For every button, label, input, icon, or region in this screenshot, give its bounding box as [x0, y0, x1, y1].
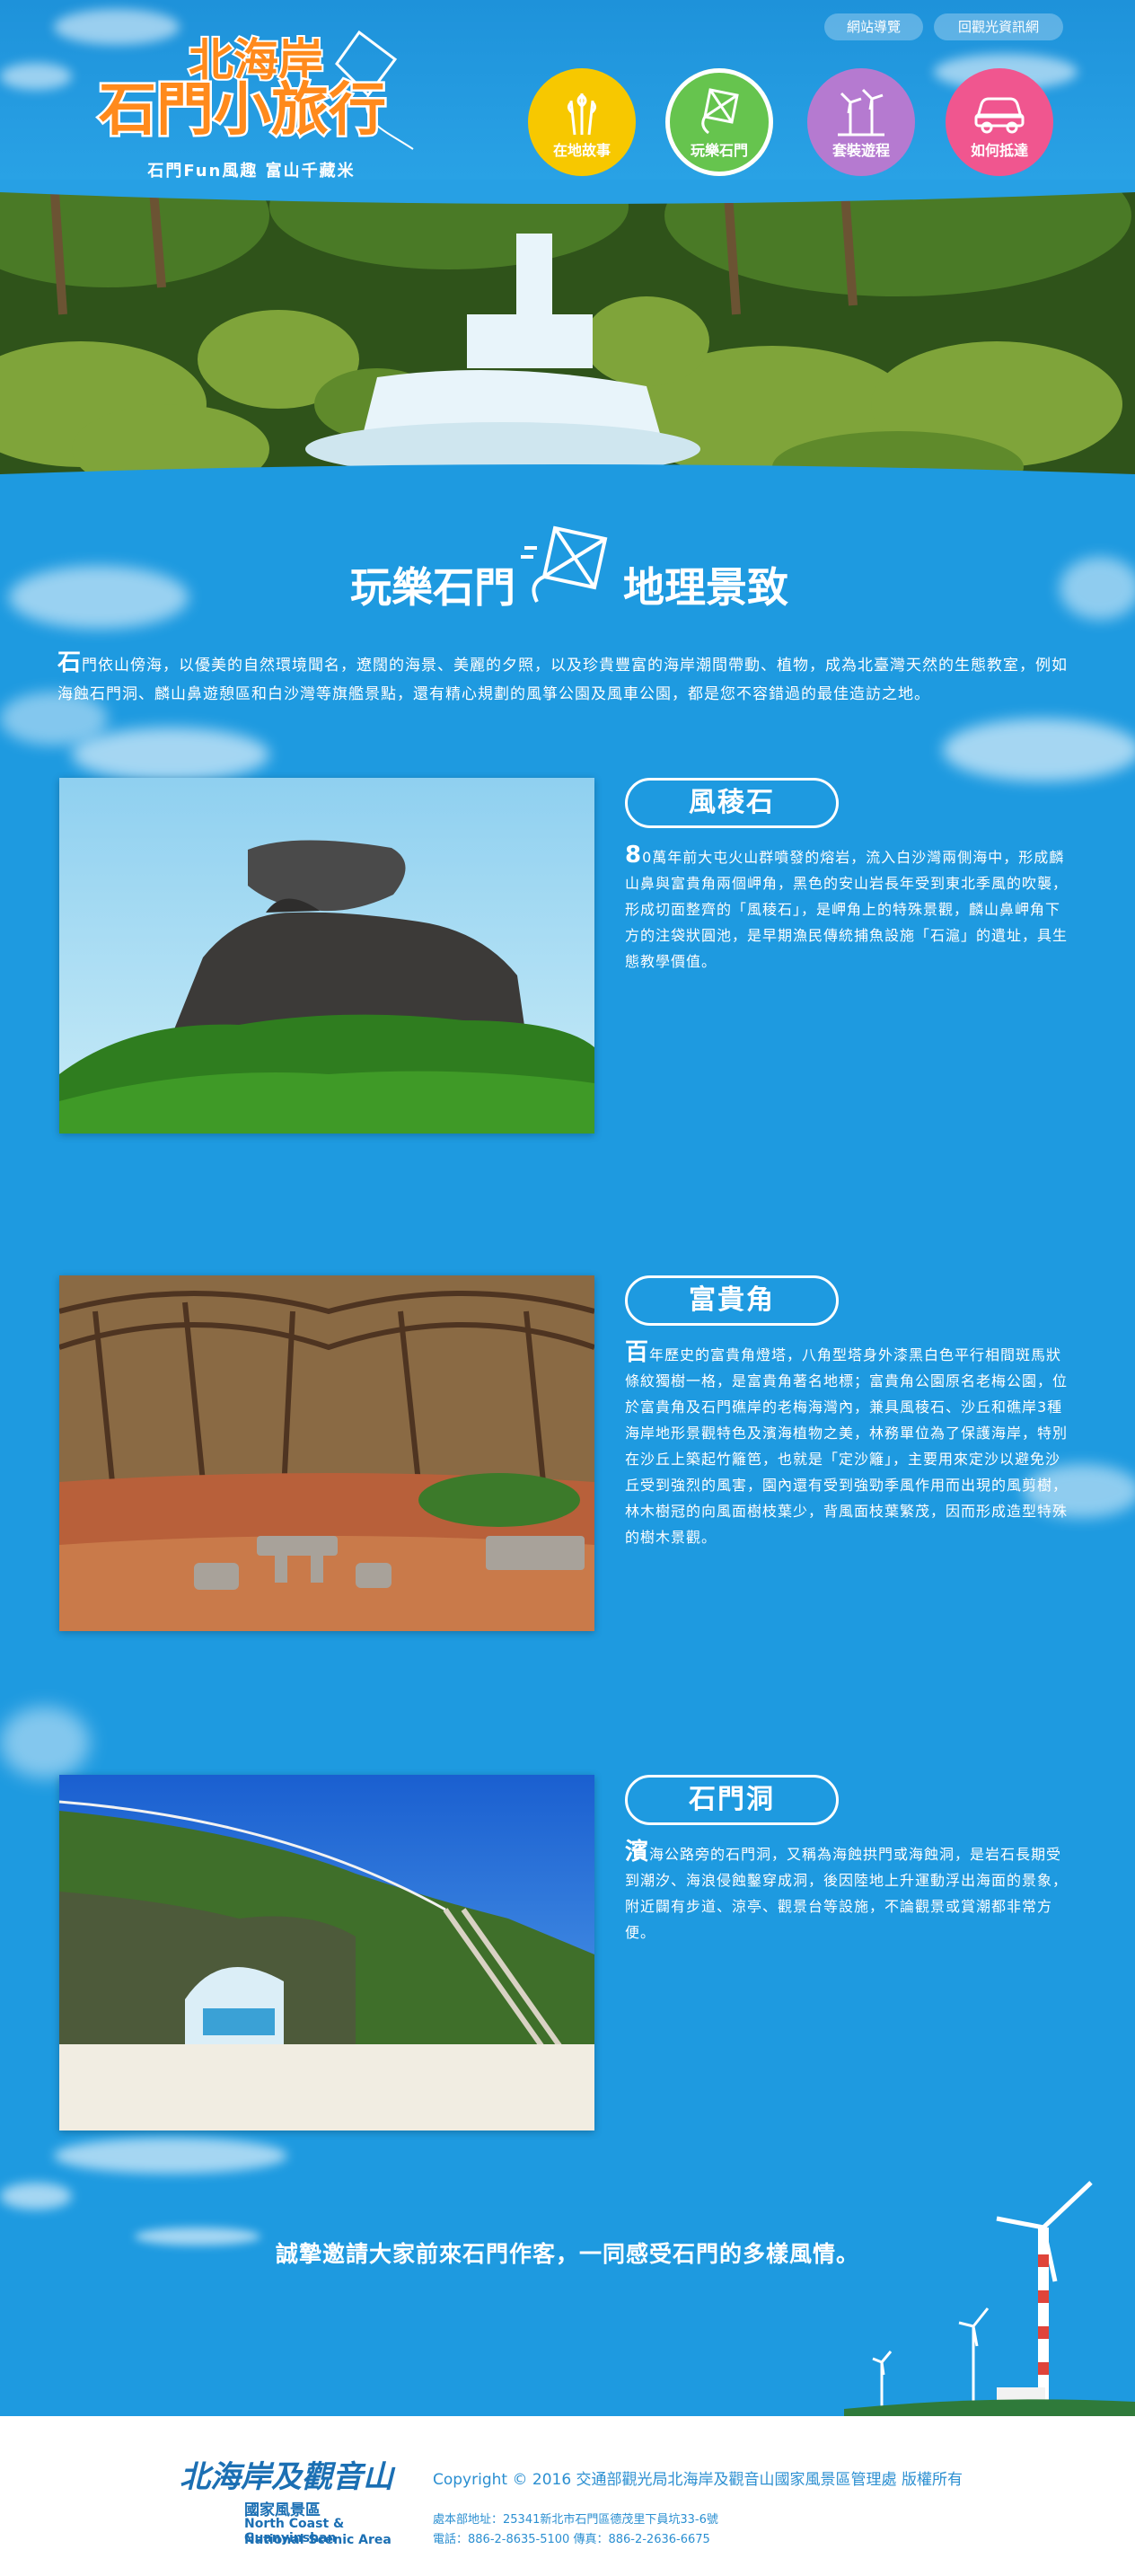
hero-bottom-wave — [0, 464, 1135, 485]
attraction-body: 0萬年前大屯火山群噴發的熔岩，流入白沙灣兩側海中，形成麟山鼻與富貴角兩個岬角，黑… — [625, 849, 1069, 970]
decorative-cloud — [72, 728, 269, 781]
header-cloud — [0, 63, 72, 90]
footer-logo-english-line2: National Scenic Area — [244, 2533, 392, 2547]
section-title: 玩樂石門 地理景致 — [0, 521, 1135, 620]
car-icon — [974, 97, 1025, 134]
footer-logo-script: 北海岸及觀音山 — [180, 2459, 393, 2495]
windblown-rock-photo — [59, 778, 594, 1134]
logo-artwork: 北海岸 石門小旅行 — [97, 30, 414, 150]
windmill-icon — [838, 88, 884, 137]
nav-local-stories[interactable]: 在地故事 — [528, 68, 636, 176]
attraction-description: 濱海公路旁的石門洞，又稱為海蝕拱門或海蝕洞，是岩石長期受到潮汐、海浪侵蝕鑿穿成洞… — [625, 1839, 1072, 1945]
logo-title-line2: 石門小旅行 — [99, 77, 386, 144]
logo-subtitle: 石門Fun風趣 富山千藏米 — [147, 162, 356, 181]
footer-copyright: Copyright © 2016 交通部觀光局北海岸及觀音山國家風景區管理處 版… — [433, 2471, 963, 2489]
waterfall-illustration — [0, 180, 1135, 485]
footer-address: 處本部地址：25341新北市石門區德茂里下員坑33-6號 — [433, 2513, 718, 2527]
nav-label: 如何抵達 — [970, 142, 1028, 159]
footer-phone: 電話：886-2-8635-5100 傳真：886-2-2636-6675 — [433, 2533, 710, 2546]
fuguijiao-park-photo — [59, 1275, 594, 1631]
section-title-left: 玩樂石門 — [350, 563, 515, 612]
attraction-title: 石門洞 — [625, 1775, 839, 1825]
attraction-body: 海公路旁的石門洞，又稱為海蝕拱門或海蝕洞，是岩石長期受到潮汐、海浪侵蝕鑿穿成洞，… — [625, 1846, 1069, 1941]
decorative-cloud — [54, 2138, 287, 2174]
shimen-cave-photo — [59, 1775, 594, 2130]
site-header: 北海岸 石門小旅行 石門Fun風趣 富山千藏米 網站導覽 回觀光資訊網 在地故事 — [0, 0, 1135, 193]
nav-package-tours[interactable]: 套裝遊程 — [807, 68, 915, 176]
nav-how-to-get-there[interactable]: 如何抵達 — [946, 68, 1053, 176]
decorative-cloud — [943, 719, 1135, 781]
site-logo[interactable]: 北海岸 石門小旅行 石門Fun風趣 富山千藏米 — [90, 23, 431, 185]
attraction-body: 年歷史的富貴角燈塔，八角型塔身外漆黑白色平行相間斑馬狀條紋獨樹一格，是富貴角著名… — [625, 1346, 1069, 1546]
attraction-description: 80萬年前大屯火山群噴發的熔岩，流入白沙灣兩側海中，形成麟山鼻與富貴角兩個岬角，… — [625, 842, 1072, 975]
intro-paragraph: 石門依山傍海，以優美的自然環境聞名，遼闊的海景、美麗的夕照，以及珍貴豐富的海岸潮… — [57, 648, 1078, 709]
decorative-cloud — [0, 2183, 72, 2210]
decorative-cloud — [0, 1707, 90, 1778]
section-title-right: 地理景致 — [623, 563, 788, 612]
intro-body: 門依山傍海，以優美的自然環境聞名，遼闊的海景、美麗的夕照，以及珍貴豐富的海岸潮間… — [57, 657, 1069, 703]
windmill-illustration — [844, 2181, 1135, 2416]
tourism-portal-link[interactable]: 回觀光資訊網 — [934, 13, 1063, 40]
site-footer: 北海岸及觀音山 國家風景區 North Coast & Guanyinshan … — [0, 2416, 1135, 2576]
attraction-title: 富貴角 — [625, 1275, 839, 1326]
nav-label: 套裝遊程 — [831, 142, 890, 159]
attraction-dropcap: 百 — [625, 1339, 650, 1366]
nav-play-shimen[interactable]: 玩樂石門 — [665, 68, 773, 176]
sitemap-link[interactable]: 網站導覽 — [824, 13, 923, 40]
wheat-icon — [567, 93, 597, 136]
nav-label: 在地故事 — [552, 142, 611, 159]
kite-icon — [521, 525, 608, 603]
intro-dropcap: 石 — [57, 649, 83, 676]
attraction-dropcap: 濱 — [625, 1839, 650, 1866]
hero-waterfall-image — [0, 180, 1135, 485]
footer-logo[interactable]: 北海岸及觀音山 國家風景區 North Coast & Guanyinshan … — [180, 2452, 422, 2551]
attraction-dropcap: 8 — [625, 842, 643, 869]
kite-icon — [701, 88, 739, 135]
hero-top-wave — [0, 180, 1135, 204]
attraction-description: 百年歷史的富貴角燈塔，八角型塔身外漆黑白色平行相間斑馬狀條紋獨樹一格，是富貴角著… — [625, 1340, 1072, 1550]
nav-label: 玩樂石門 — [690, 142, 748, 159]
attraction-title: 風稜石 — [625, 778, 839, 828]
